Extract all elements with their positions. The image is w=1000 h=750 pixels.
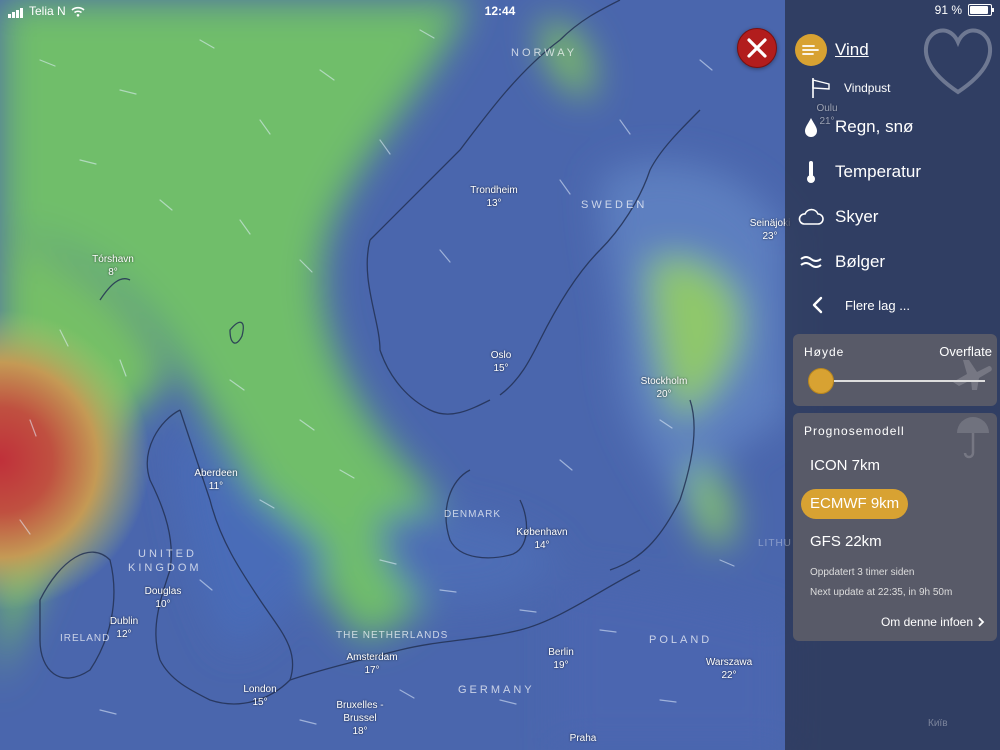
country-label: DENMARK bbox=[444, 509, 502, 520]
altitude-slider[interactable] bbox=[813, 380, 985, 382]
country-label: THE NETHERLANDS bbox=[336, 630, 449, 641]
forecast-model-title: Prognosemodell bbox=[804, 424, 905, 438]
city-label: Stockholm 20° bbox=[640, 376, 688, 400]
city-label: Aberdeen 11° bbox=[194, 468, 238, 492]
cloud-icon bbox=[795, 201, 827, 233]
layer-gusts-label: Vindpust bbox=[844, 81, 891, 95]
city-label: London 15° bbox=[243, 684, 277, 708]
country-label: LITHU bbox=[758, 538, 792, 549]
layer-waves-label: Bølger bbox=[835, 252, 886, 271]
city-label: Warszawa 22° bbox=[705, 657, 753, 681]
about-info-label: Om denne infoen bbox=[880, 615, 973, 629]
windsock-icon bbox=[810, 74, 832, 102]
model-option-ecmwf[interactable]: ECMWF 9km bbox=[801, 489, 909, 519]
model-option-icon[interactable]: ICON 7km bbox=[801, 451, 889, 481]
thermometer-icon bbox=[795, 156, 827, 188]
layer-temperature-label: Temperatur bbox=[835, 162, 921, 181]
chevron-right-icon bbox=[978, 617, 985, 627]
country-label: UNITED bbox=[138, 548, 197, 560]
city-label: København 14° bbox=[516, 527, 568, 551]
chevron-left-icon bbox=[805, 289, 829, 321]
city-label: Praha bbox=[569, 733, 597, 744]
wind-icon bbox=[795, 34, 827, 66]
model-option-gfs[interactable]: GFS 22km bbox=[801, 527, 891, 557]
layer-wind-label: Vind bbox=[835, 40, 869, 59]
layer-rain[interactable]: Regn, snø bbox=[795, 111, 913, 143]
clock: 12:44 bbox=[484, 4, 516, 18]
altitude-value: Overflate bbox=[939, 344, 992, 359]
umbrella-icon bbox=[957, 417, 989, 459]
forecast-model-box: Prognosemodell ICON 7km ECMWF 9km GFS 22… bbox=[793, 413, 997, 641]
city-label: Dublin 12° bbox=[109, 616, 139, 640]
city-label: Berlin 19° bbox=[548, 647, 574, 671]
altitude-label: Høyde bbox=[804, 345, 845, 359]
layer-clouds[interactable]: Skyer bbox=[795, 201, 878, 233]
city-label: Amsterdam 17° bbox=[346, 652, 398, 676]
layer-gusts[interactable]: Vindpust bbox=[810, 74, 890, 102]
layer-rain-label: Regn, snø bbox=[835, 117, 914, 136]
city-label: Oslo 15° bbox=[490, 350, 512, 374]
country-label: IRELAND bbox=[60, 633, 111, 644]
battery-percent: 91 % bbox=[934, 3, 962, 17]
altitude-slider-knob[interactable] bbox=[808, 368, 834, 394]
updated-text: Oppdatert 3 timer siden bbox=[810, 567, 915, 578]
close-button[interactable] bbox=[737, 28, 777, 68]
status-bar: Telia N 12:44 91 % bbox=[0, 0, 1000, 22]
about-info-link[interactable]: Om denne infoen bbox=[881, 615, 985, 629]
more-layers-button[interactable]: Flere lag ... bbox=[805, 289, 910, 321]
next-update-text: Next update at 22:35, in 9h 50m bbox=[810, 587, 953, 598]
city-label: Bruxelles - Brussel 18° bbox=[336, 700, 384, 737]
battery-icon bbox=[968, 4, 994, 16]
city-label: Douglas 10° bbox=[144, 586, 182, 610]
close-icon bbox=[747, 38, 767, 58]
layer-temperature[interactable]: Temperatur bbox=[795, 156, 921, 188]
country-label: GERMANY bbox=[458, 684, 535, 696]
country-label: NORWAY bbox=[511, 47, 578, 59]
country-label: Київ bbox=[928, 718, 948, 729]
waves-icon bbox=[795, 246, 827, 278]
country-label: SWEDEN bbox=[581, 199, 648, 211]
city-label: Trondheim 13° bbox=[470, 185, 518, 209]
city-label: Tórshavn 8° bbox=[92, 254, 134, 278]
raindrop-icon bbox=[795, 111, 827, 143]
more-layers-label: Flere lag ... bbox=[845, 297, 911, 313]
altitude-box: Høyde Overflate bbox=[793, 334, 997, 406]
country-label: POLAND bbox=[649, 634, 713, 646]
layer-waves[interactable]: Bølger bbox=[795, 246, 885, 278]
layer-wind[interactable]: Vind bbox=[795, 34, 869, 66]
country-label: KINGDOM bbox=[128, 562, 202, 574]
favorite-heart-icon[interactable] bbox=[918, 22, 998, 98]
layer-clouds-label: Skyer bbox=[835, 207, 879, 226]
